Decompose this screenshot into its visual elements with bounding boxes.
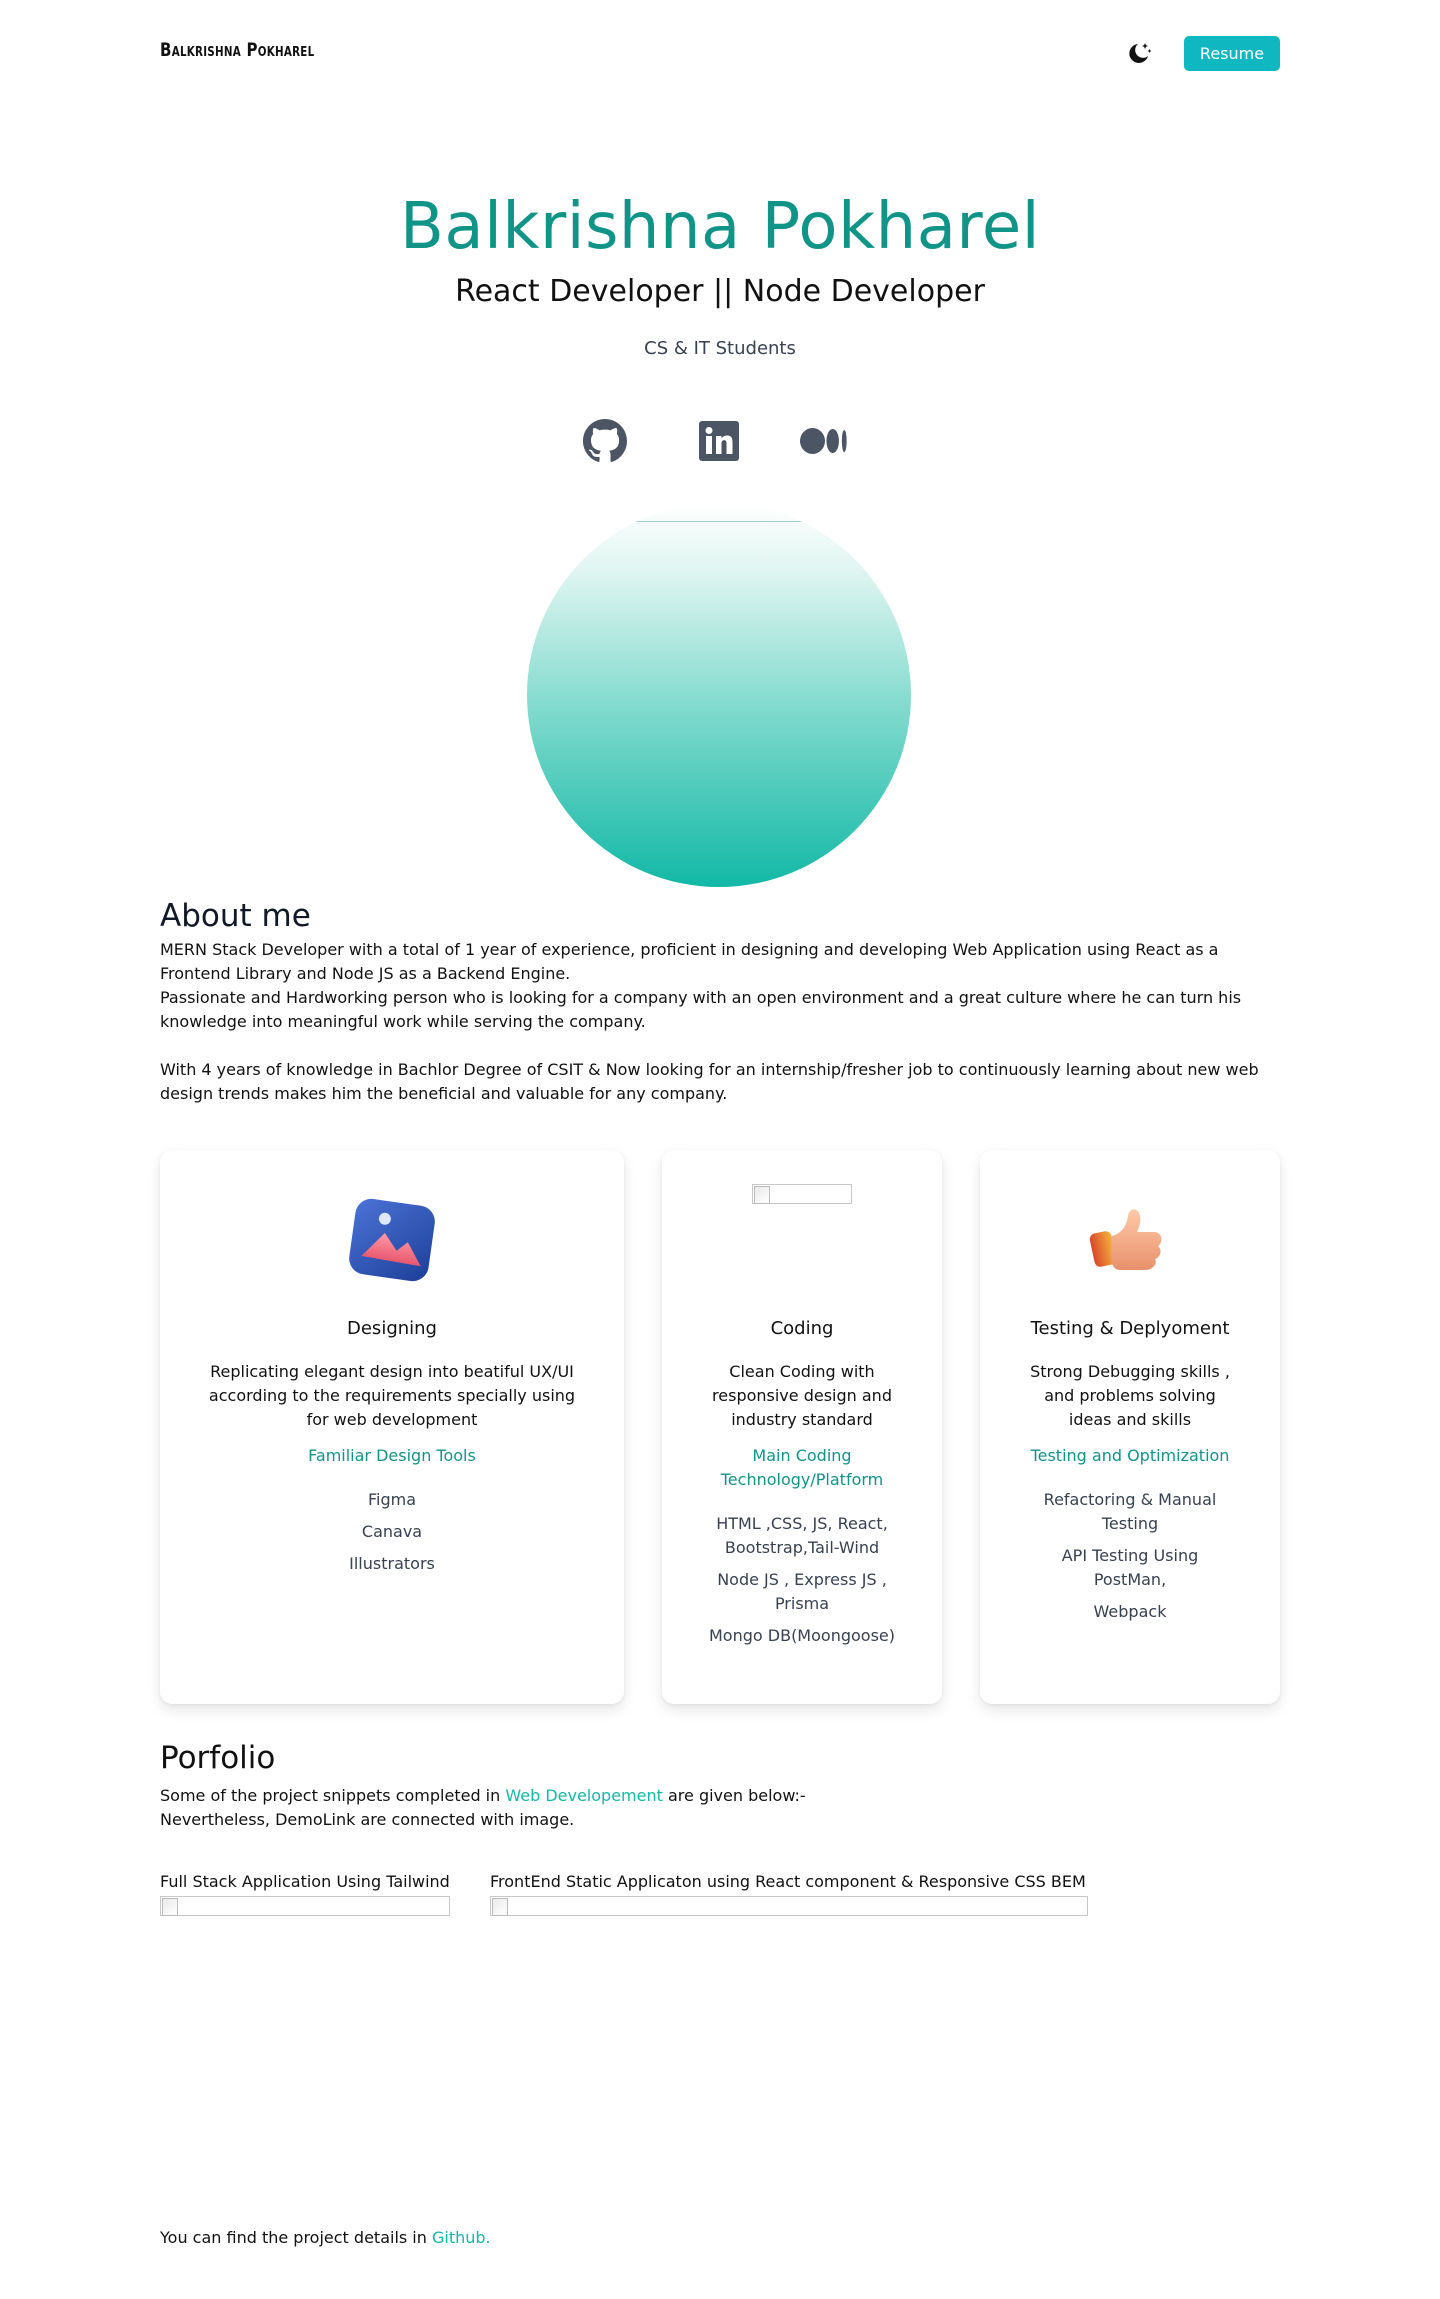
list-item: Mongo DB(Moongoose)	[709, 1626, 895, 1645]
card-desc-line: industry standard	[731, 1410, 873, 1429]
card-sub-line: Testing and Optimization	[1030, 1446, 1230, 1465]
list-item: Canava	[361, 1522, 423, 1541]
project-label: FrontEnd Static Applicaton using React c…	[490, 1872, 1086, 1891]
card-description: Strong Debugging skills , and problems s…	[1010, 1360, 1250, 1432]
card-title: Testing & Deplyoment	[1030, 1318, 1230, 1339]
broken-image-icon	[752, 1184, 852, 1204]
intro-text: are given below:-	[662, 1786, 806, 1805]
web-development-link[interactable]: Web Developement	[505, 1786, 663, 1805]
card-desc-line: Replicating elegant design into beatiful…	[210, 1362, 574, 1381]
list-item: Illustrators	[349, 1554, 435, 1573]
card-desc-line: for web development	[306, 1410, 478, 1429]
image-3d-icon	[342, 1190, 442, 1290]
list-item: HTML ,CSS, JS, React, Bootstrap,Tail-Wind	[716, 1514, 888, 1557]
resume-button[interactable]: Resume	[1184, 36, 1280, 71]
list-item: Webpack	[1093, 1602, 1167, 1621]
thumbs-up-3d-icon	[1080, 1190, 1180, 1290]
hero-role: React Developer || Node Developer	[455, 274, 985, 309]
card-desc-line: according to the requirements specially …	[208, 1386, 576, 1405]
card-desc-line: responsive design and	[712, 1386, 892, 1405]
portfolio-intro: Some of the project snippets completed i…	[160, 1784, 806, 1832]
about-text: MERN Stack Developer with a total of 1 y…	[160, 938, 1280, 1106]
skill-card-testing: Testing & Deplyoment Strong Debugging sk…	[980, 1150, 1280, 1704]
brand-logo[interactable]: Balkrishna Pokharel	[160, 39, 314, 61]
intro-text: Some of the project snippets completed i…	[160, 1786, 506, 1805]
card-list: Refactoring & Manual Testing API Testing …	[1010, 1488, 1250, 1632]
card-desc-line: Strong Debugging skills ,	[1030, 1362, 1230, 1381]
portfolio-title: Porfolio	[160, 1740, 276, 1776]
about-line: Passionate and Hardworking person who is…	[160, 988, 1242, 1007]
hero-avatar-circle	[527, 503, 911, 887]
about-line: Frontend Library and Node JS as a Backen…	[160, 964, 571, 983]
about-line: knowledge into meaningful work while ser…	[160, 1012, 646, 1031]
skill-card-designing: Designing Replicating elegant design int…	[160, 1150, 624, 1704]
card-description: Clean Coding with responsive design and …	[682, 1360, 922, 1432]
footer-text: You can find the project details in Gith…	[160, 2228, 491, 2247]
card-sub-line: Technology/Platform	[720, 1470, 884, 1489]
hero-name: Balkrishna Pokharel	[400, 190, 1040, 264]
intro-text: Nevertheless, DemoLink are connected wit…	[160, 1810, 575, 1829]
about-line: MERN Stack Developer with a total of 1 y…	[160, 940, 1219, 959]
moon-stars-icon[interactable]	[1124, 38, 1154, 68]
card-sub-line: Familiar Design Tools	[308, 1446, 476, 1465]
medium-icon[interactable]	[800, 416, 850, 466]
avatar-divider	[634, 521, 804, 522]
card-desc-line: Clean Coding with	[729, 1362, 875, 1381]
card-description: Replicating elegant design into beatiful…	[202, 1360, 582, 1432]
about-line: design trends makes him the beneficial a…	[160, 1084, 728, 1103]
github-link[interactable]: Github.	[432, 2228, 491, 2247]
list-item: API Testing Using PostMan,	[1061, 1546, 1199, 1589]
list-item: Node JS , Express JS , Prisma	[717, 1570, 887, 1613]
about-title: About me	[160, 898, 311, 934]
list-item: Figma	[367, 1490, 417, 1509]
list-item: Refactoring & Manual Testing	[1043, 1490, 1217, 1533]
footer-copy: You can find the project details in	[160, 2228, 432, 2247]
about-line: With 4 years of knowledge in Bachlor Deg…	[160, 1060, 1259, 1079]
project-image-link[interactable]	[160, 1896, 450, 1916]
card-subheading: Main Coding Technology/Platform	[682, 1444, 922, 1492]
card-list: HTML ,CSS, JS, React, Bootstrap,Tail-Wind…	[682, 1512, 922, 1656]
project-image-link[interactable]	[490, 1896, 1088, 1916]
card-subheading: Familiar Design Tools	[202, 1444, 582, 1468]
card-title: Designing	[347, 1318, 437, 1339]
linkedin-icon[interactable]	[694, 416, 744, 466]
card-list: Figma Canava Illustrators	[202, 1488, 582, 1584]
card-sub-line: Main Coding	[752, 1446, 852, 1465]
card-desc-line: ideas and skills	[1068, 1410, 1192, 1429]
hero-subtitle: CS & IT Students	[644, 338, 796, 359]
github-icon[interactable]	[580, 416, 630, 466]
skill-card-coding: Coding Clean Coding with responsive desi…	[662, 1150, 942, 1704]
card-title: Coding	[770, 1318, 834, 1339]
project-label: Full Stack Application Using Tailwind	[160, 1872, 450, 1891]
navbar: Balkrishna Pokharel Resume	[160, 36, 1280, 72]
card-desc-line: and problems solving	[1044, 1386, 1216, 1405]
card-subheading: Testing and Optimization	[1000, 1444, 1260, 1468]
